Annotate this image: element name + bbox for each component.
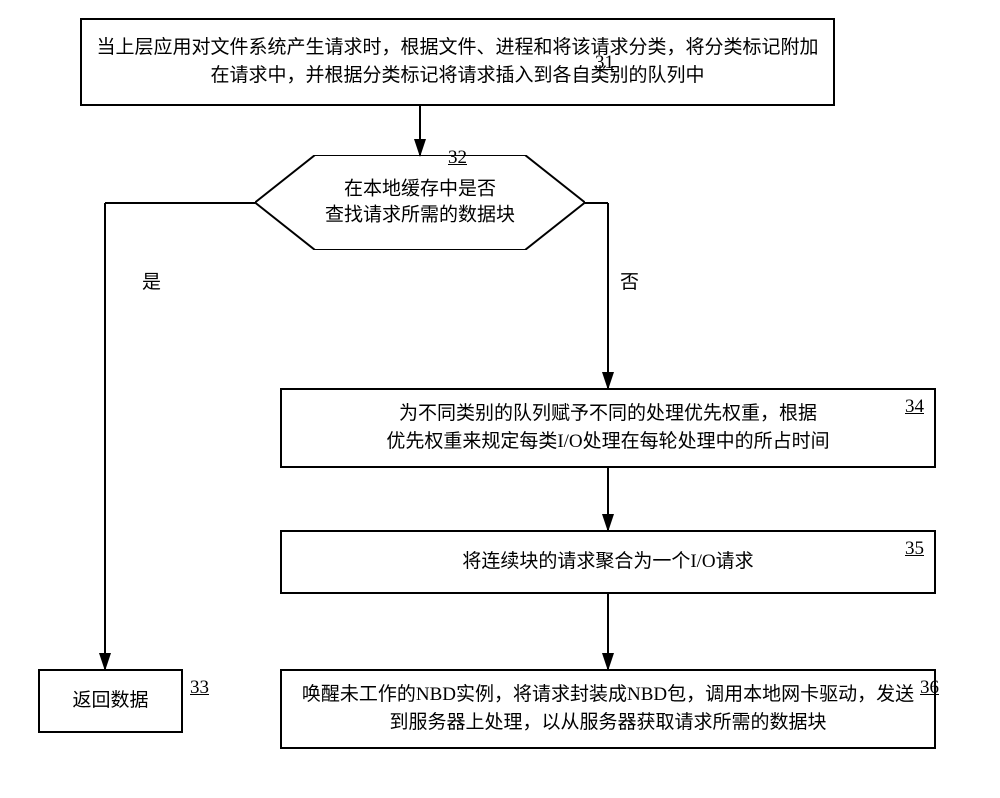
process-box-33: 返回数据 — [38, 669, 183, 733]
box35-num: 35 — [905, 538, 924, 560]
process-box-36: 唤醒未工作的NBD实例，将请求封装成NBD包，调用本地网卡驱动，发送到服务器上处… — [280, 669, 936, 749]
decision32-text: 在本地缓存中是否 查找请求所需的数据块 — [255, 176, 585, 229]
process-box-31: 当上层应用对文件系统产生请求时，根据文件、进程和将该请求分类，将分类标记附加在请… — [80, 18, 835, 106]
process-box-34: 为不同类别的队列赋予不同的处理优先权重，根据 优先权重来规定每类I/O处理在每轮… — [280, 388, 936, 468]
box36-text: 唤醒未工作的NBD实例，将请求封装成NBD包，调用本地网卡驱动，发送到服务器上处… — [296, 681, 920, 736]
box34-text: 为不同类别的队列赋予不同的处理优先权重，根据 优先权重来规定每类I/O处理在每轮… — [386, 400, 829, 455]
label-yes: 是 — [142, 267, 161, 294]
label-no: 否 — [620, 267, 639, 294]
box31-text: 当上层应用对文件系统产生请求时，根据文件、进程和将该请求分类，将分类标记附加在请… — [96, 34, 819, 89]
box33-text: 返回数据 — [72, 687, 148, 715]
box35-text: 将连续块的请求聚合为一个I/O请求 — [462, 548, 753, 576]
box36-num: 36 — [920, 677, 939, 699]
box31-num: 31 — [595, 52, 614, 74]
process-box-35: 将连续块的请求聚合为一个I/O请求 — [280, 530, 936, 594]
decision32-num: 32 — [448, 147, 467, 169]
box34-num: 34 — [905, 396, 924, 418]
decision-32: 在本地缓存中是否 查找请求所需的数据块 — [255, 155, 585, 250]
box33-num: 33 — [190, 677, 209, 699]
